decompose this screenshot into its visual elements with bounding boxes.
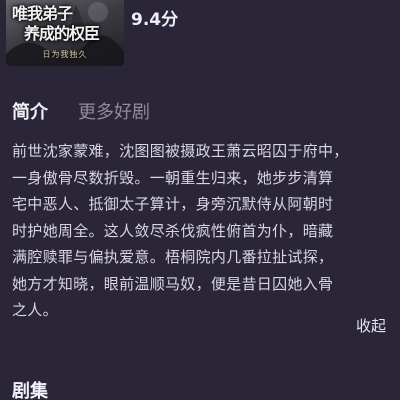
tab-synopsis[interactable]: 简介 (12, 98, 48, 124)
synopsis-line: 前世沈家蒙难，沈图图被摄政王萧云昭囚于府中， (12, 142, 349, 160)
poster-title-line-2: 养成的权臣 (24, 24, 100, 43)
rating-score: 9.4分 (131, 10, 179, 30)
collapse-button[interactable]: 收起 (356, 315, 386, 336)
synopsis-line: 之人。 (12, 301, 58, 319)
synopsis-line: 一身傲骨尽数折毁。一朝重生归来，她步步清算 (12, 168, 334, 187)
synopsis-line: 她方才知晓，眼前温顺马奴，便是昔日囚她入骨 (12, 274, 334, 293)
tab-more-dramas[interactable]: 更多好剧 (78, 98, 150, 124)
poster-title-line-1: 唯我弟子 (12, 4, 73, 23)
poster-title: 唯我弟子 养成的权臣 (12, 4, 120, 44)
synopsis-line: 宅中恶人、抵御太子算计，身旁沉默侍从阿朝时 (12, 195, 334, 213)
poster-subtitle: 日为我独久 (42, 50, 88, 59)
episodes-section-title: 剧集 (12, 381, 48, 400)
detail-tabs: 简介 更多好剧 (12, 98, 150, 124)
synopsis-line: 时护她周全。这人敛尽杀伐疯性俯首为仆，暗藏 (12, 221, 334, 240)
drama-detail-page: 唯我弟子 养成的权臣 日为我独久 9.4分 简介 更多好剧 前世沈家蒙难，沈图图… (0, 0, 400, 400)
drama-poster[interactable]: 唯我弟子 养成的权臣 日为我独久 (6, 0, 124, 66)
synopsis-text: 前世沈家蒙难，沈图图被摄政王萧云昭囚于府中， 一身傲骨尽数折毁。一朝重生归来，她… (12, 138, 390, 324)
synopsis-line: 满腔赎罪与偏执爱意。梧桐院内几番拉扯试探， (12, 248, 334, 266)
